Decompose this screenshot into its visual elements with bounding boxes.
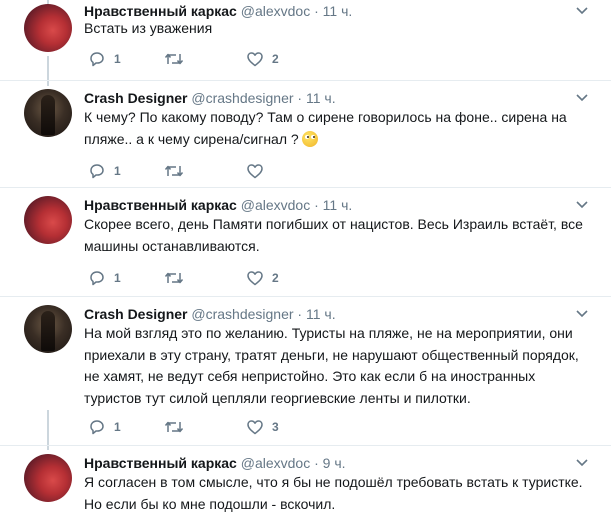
retweet-icon	[164, 272, 184, 284]
tweet-text: Встать из уважения	[84, 20, 213, 36]
separator-dot: ·	[297, 90, 303, 106]
like-button[interactable]	[246, 163, 272, 179]
tweet-text: Я согласен в том смысле, что я бы не под…	[84, 474, 583, 512]
avatar[interactable]	[24, 305, 72, 353]
reply-icon	[90, 271, 104, 286]
separator-dot: ·	[297, 306, 303, 322]
rolling-eyes-emoji	[301, 130, 318, 147]
timestamp[interactable]: 11 ч.	[323, 197, 353, 213]
display-name[interactable]: Нравственный каркас	[84, 3, 237, 19]
chevron-down-icon[interactable]	[575, 93, 589, 103]
heart-icon	[247, 271, 263, 286]
user-handle[interactable]: @crashdesigner	[191, 306, 293, 322]
timestamp[interactable]: 11 ч.	[306, 90, 336, 106]
heart-icon	[247, 420, 263, 435]
retweet-icon	[164, 421, 184, 433]
like-button[interactable]: 3	[246, 419, 279, 435]
reply-count: 1	[114, 164, 121, 178]
reply-button[interactable]: 1	[88, 419, 121, 435]
tweet[interactable]: Crash Designer @crashdesigner · 11 ч. На…	[0, 297, 611, 445]
tweet-text: Скорее всего, день Памяти погибших от на…	[84, 216, 583, 254]
retweet-icon	[164, 53, 184, 65]
retweet-button[interactable]	[164, 163, 192, 179]
tweet-text: К чему? По какому поводу? Там о сирене г…	[84, 107, 584, 150]
display-name[interactable]: Crash Designer	[84, 306, 187, 322]
chevron-down-icon[interactable]	[575, 458, 589, 468]
reply-count: 1	[114, 420, 121, 434]
tweet[interactable]: Crash Designer @crashdesigner · 11 ч. К …	[0, 81, 611, 187]
tweet-text-content: К чему? По какому поводу? Там о сирене г…	[84, 109, 567, 147]
user-handle[interactable]: @alexvdoc	[241, 197, 310, 213]
avatar[interactable]	[24, 4, 72, 52]
retweet-button[interactable]	[164, 270, 192, 286]
reply-button[interactable]: 1	[88, 51, 121, 67]
display-name[interactable]: Нравственный каркас	[84, 455, 237, 471]
reply-button[interactable]: 1	[88, 270, 121, 286]
separator-dot: ·	[314, 455, 319, 471]
separator-dot: ·	[314, 197, 319, 213]
avatar[interactable]	[24, 454, 72, 502]
like-count: 3	[272, 420, 279, 434]
chevron-down-icon[interactable]	[575, 6, 589, 16]
heart-icon	[247, 164, 263, 179]
tweet[interactable]: Нравственный каркас @alexvdoc · 9 ч. Я с…	[0, 446, 611, 520]
heart-icon	[247, 52, 263, 67]
chevron-down-icon[interactable]	[575, 200, 589, 210]
avatar[interactable]	[24, 196, 72, 244]
tweet-header: Crash Designer @crashdesigner · 11 ч.	[84, 305, 336, 323]
like-button[interactable]: 2	[246, 51, 279, 67]
avatar[interactable]	[24, 89, 72, 137]
tweet-text: На мой взгляд это по желанию. Туристы на…	[84, 325, 579, 406]
user-handle[interactable]: @crashdesigner	[191, 90, 293, 106]
like-button[interactable]: 2	[246, 270, 279, 286]
reply-button[interactable]: 1	[88, 163, 121, 179]
user-handle[interactable]: @alexvdoc	[241, 455, 310, 471]
like-count: 2	[272, 52, 279, 66]
reply-icon	[90, 420, 104, 435]
timestamp[interactable]: 11 ч.	[323, 3, 353, 19]
reply-icon	[90, 52, 104, 67]
like-count: 2	[272, 271, 279, 285]
tweet-header: Crash Designer @crashdesigner · 11 ч.	[84, 89, 336, 107]
reply-count: 1	[114, 52, 121, 66]
tweet[interactable]: Нравственный каркас @alexvdoc · 11 ч. Ск…	[0, 188, 611, 296]
display-name[interactable]: Нравственный каркас	[84, 197, 237, 213]
reply-count: 1	[114, 271, 121, 285]
display-name[interactable]: Crash Designer	[84, 90, 187, 106]
timestamp[interactable]: 9 ч.	[323, 455, 346, 471]
chevron-down-icon[interactable]	[575, 309, 589, 319]
separator-dot: ·	[314, 3, 319, 19]
reply-icon	[90, 164, 104, 179]
user-handle[interactable]: @alexvdoc	[241, 3, 310, 19]
retweet-button[interactable]	[164, 51, 192, 67]
tweet[interactable]: Нравственный каркас @alexvdoc · 11 ч. Вс…	[0, 0, 611, 80]
tweet-header: Нравственный каркас @alexvdoc · 11 ч.	[84, 196, 352, 214]
timestamp[interactable]: 11 ч.	[306, 306, 336, 322]
tweet-header: Нравственный каркас @alexvdoc · 9 ч.	[84, 454, 346, 472]
retweet-icon	[164, 165, 184, 177]
retweet-button[interactable]	[164, 419, 192, 435]
